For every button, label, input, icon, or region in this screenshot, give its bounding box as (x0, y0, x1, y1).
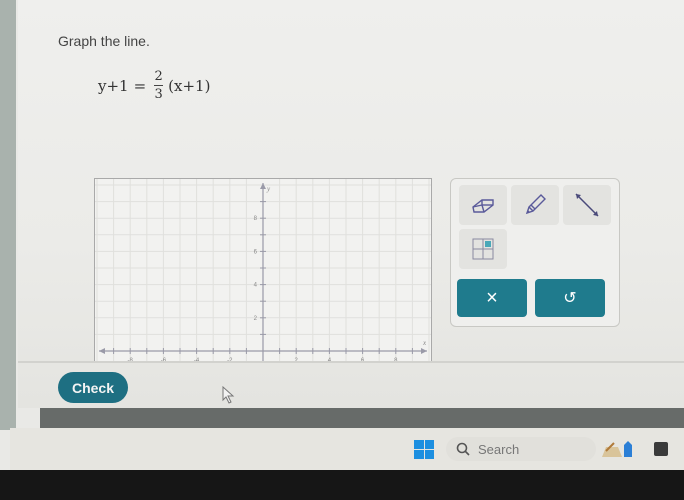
fraction-numerator: 2 (154, 69, 163, 84)
equation-equals: = (133, 76, 147, 95)
screen: Graph the line. y+1 = 2 3 (x+1) -8-6-4-2… (0, 0, 684, 472)
clear-button[interactable]: × (457, 279, 527, 317)
y-axis-label: y (266, 185, 271, 193)
pencil-tool-button[interactable] (511, 185, 559, 225)
graph-canvas[interactable]: -8-6-4-224682468xy (94, 178, 432, 363)
check-button[interactable]: Check (58, 372, 128, 403)
undo-button[interactable]: ↺ (535, 279, 605, 317)
window-bottom-bar (40, 408, 684, 428)
taskbar-search[interactable]: Search (446, 437, 596, 461)
eraser-tool-button[interactable] (459, 185, 507, 225)
graph-svg[interactable]: -8-6-4-224682468xy (95, 179, 431, 363)
fraction-bar (154, 85, 164, 86)
question-prompt: Graph the line. (58, 33, 150, 49)
x-axis-label: x (422, 339, 427, 347)
left-sidebar-strip (0, 0, 16, 430)
eraser-icon (472, 199, 494, 213)
mouse-cursor-icon (222, 386, 235, 404)
equation-lhs: y+1 (98, 76, 129, 95)
point-grid-icon (472, 238, 494, 260)
line-tool-button[interactable] (563, 185, 611, 225)
equation-fraction: 2 3 (154, 69, 164, 102)
equation-rhs-factor: (x+1) (168, 76, 211, 95)
equation: y+1 = 2 3 (x+1) (98, 70, 210, 101)
windows-start-icon[interactable] (414, 440, 434, 459)
pencil-icon (525, 194, 546, 215)
point-tool-button[interactable] (459, 229, 507, 269)
tray-window-icon[interactable] (654, 442, 668, 456)
y-axis-arrow-up (260, 183, 266, 189)
y-tick-label: 6 (254, 249, 258, 255)
line-segment-icon (575, 193, 599, 217)
fraction-denominator: 3 (154, 87, 163, 102)
x-axis-arrow-left (99, 348, 105, 354)
monitor-bezel (0, 470, 684, 500)
divider (18, 361, 684, 363)
y-tick-label: 4 (254, 283, 258, 289)
search-placeholder: Search (478, 441, 520, 457)
y-tick-label: 8 (254, 216, 258, 222)
y-tick-label: 2 (254, 316, 258, 322)
search-icon (456, 442, 470, 456)
graph-tools-panel: × ↺ (450, 178, 620, 327)
x-axis-arrow-right (421, 348, 427, 354)
tray-app-icon[interactable] (600, 439, 636, 459)
